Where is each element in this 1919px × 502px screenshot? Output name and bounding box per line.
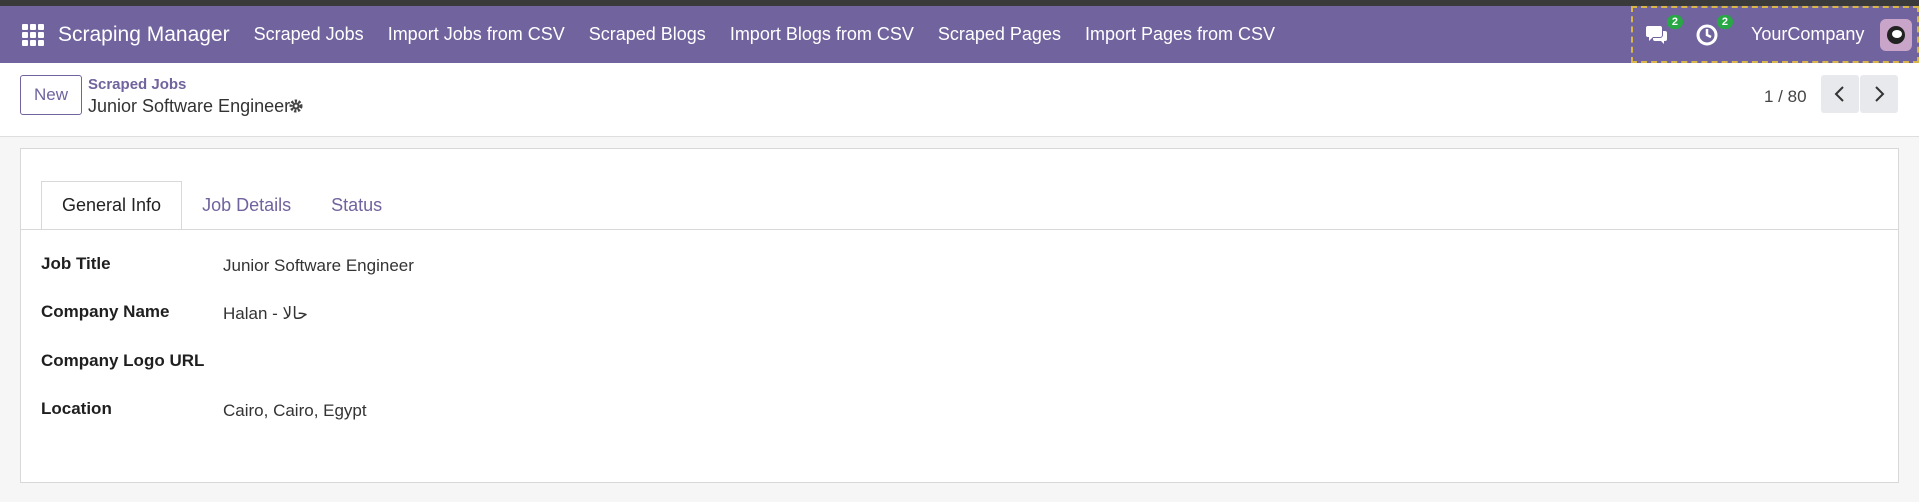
gear-icon[interactable] [288,98,304,119]
menu-import-pages[interactable]: Import Pages from CSV [1073,24,1287,45]
menu-scraped-pages[interactable]: Scraped Pages [926,24,1073,45]
company-name-value[interactable]: Halan - حالا [223,304,308,324]
job-title-value[interactable]: Junior Software Engineer [223,256,414,276]
job-title-label: Job Title [41,254,111,273]
activities-clock-icon[interactable]: 2 [1693,14,1733,49]
app-brand[interactable]: Scraping Manager [58,23,230,47]
location-label: Location [41,399,112,418]
tab-status[interactable]: Status [311,181,402,229]
pager-next-button[interactable] [1860,75,1898,113]
activities-badge: 2 [1716,14,1733,29]
control-panel: New Scraped Jobs Junior Software Enginee… [0,63,1919,137]
tab-job-details[interactable]: Job Details [182,181,311,229]
pager-previous-button[interactable] [1821,75,1859,113]
tab-general-info[interactable]: General Info [41,181,183,229]
tab-divider [21,229,1898,230]
main-navbar: Scraping Manager Scraped Jobs Import Job… [0,6,1919,63]
location-value[interactable]: Cairo, Cairo, Egypt [223,401,367,421]
menu-scraped-jobs[interactable]: Scraped Jobs [242,24,376,45]
company-logo-url-label: Company Logo URL [41,351,205,370]
systray: 2 2 YourCompany [1631,6,1919,63]
company-switcher[interactable]: YourCompany [1751,24,1864,45]
user-avatar[interactable] [1880,18,1913,51]
menu-scraped-blogs[interactable]: Scraped Blogs [577,24,718,45]
form-sheet: General Info Job Details Status Job Titl… [20,148,1899,483]
messages-badge: 2 [1666,14,1683,29]
menu-import-jobs[interactable]: Import Jobs from CSV [376,24,577,45]
notebook-tabs: General Info Job Details Status [41,181,402,229]
record-title: Junior Software Engineer [88,96,291,116]
new-button[interactable]: New [20,75,82,115]
menu-import-blogs[interactable]: Import Blogs from CSV [718,24,926,45]
breadcrumb-scraped-jobs[interactable]: Scraped Jobs [88,76,186,93]
messages-icon[interactable]: 2 [1643,14,1683,49]
company-name-label: Company Name [41,302,170,321]
apps-menu-icon[interactable] [22,23,44,46]
pager-value[interactable]: 1 / 80 [1764,87,1807,107]
